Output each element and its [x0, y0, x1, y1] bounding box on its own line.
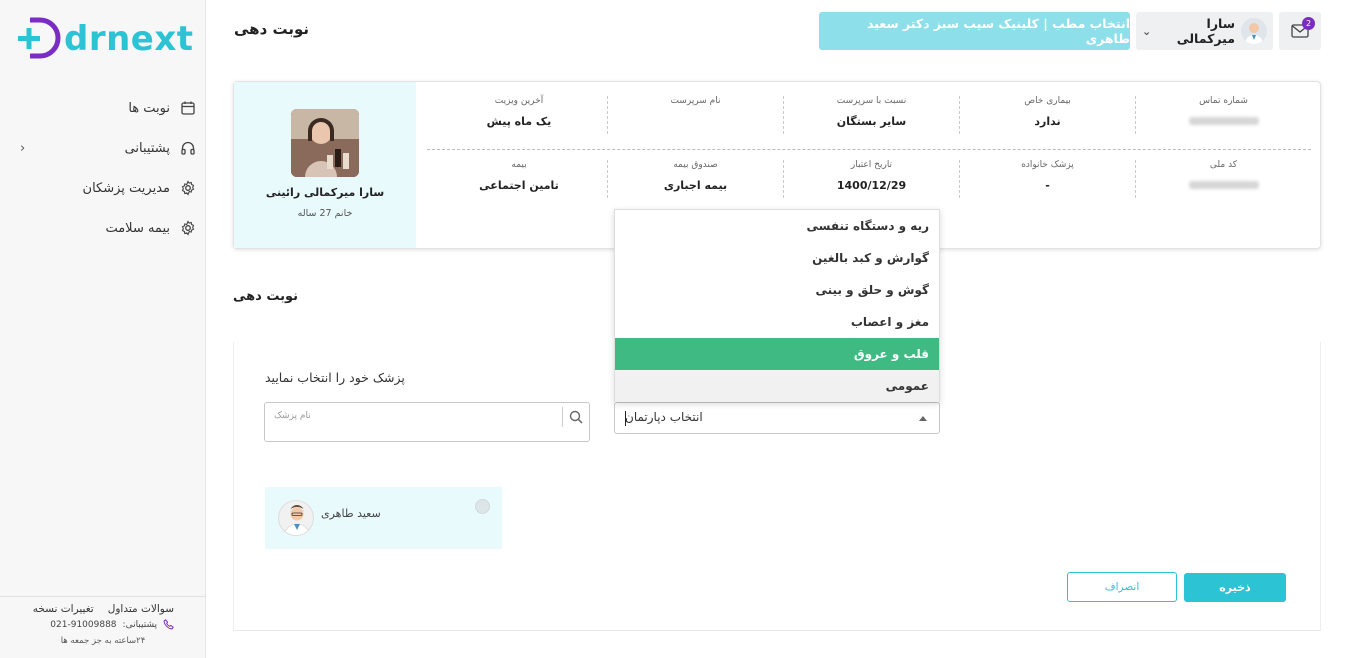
sidebar-item-label: بیمه سلامت	[105, 220, 170, 236]
sidebar-item-appointments[interactable]: نوبت ها	[0, 88, 206, 128]
sidebar-footer: سوالات متداول تغییرات نسخه پشتیبانی: 021…	[0, 596, 206, 658]
patient-info-grid: شماره تماس بیماری خاص ندارد نسبت با سرپرس…	[427, 82, 1311, 214]
department-option-selected[interactable]: قلب و عروق	[615, 338, 939, 370]
department-select[interactable]: انتخاب دپارتمان	[614, 402, 940, 434]
caret-up-icon	[919, 416, 927, 421]
calendar-icon	[181, 101, 195, 115]
department-dropdown: ریه و دستگاه تنفسی گوارش و کبد بالغین گو…	[614, 209, 940, 402]
department-option[interactable]: ریه و دستگاه تنفسی	[615, 210, 939, 242]
info-last-visit: آخرین ویزیت یک ماه پیش	[486, 96, 552, 128]
sidebar-nav: نوبت ها پشتیبانی ‹ مدیریت پزشکان بیمه سل…	[0, 88, 206, 248]
logo-text: drnext	[64, 19, 194, 59]
doctor-select-title: پزشک خود را انتخاب نمایید	[265, 370, 405, 385]
top-header: نوبت دهی انتخاب مطب | کلینیک سیب سبز دکت…	[206, 0, 1346, 62]
gear-icon	[181, 180, 195, 196]
section-title: نوبت دهی	[233, 289, 299, 304]
doctor-radio[interactable]	[475, 499, 490, 514]
info-guardian-name: نام سرپرست	[607, 96, 783, 134]
sidebar-item-support[interactable]: پشتیبانی ‹	[0, 128, 206, 168]
changelog-link[interactable]: تغییرات نسخه	[33, 603, 94, 615]
redacted-value	[1188, 117, 1259, 125]
redacted-value	[1188, 181, 1259, 189]
support-hours: ۲۴ساعته به جز جمعه ها	[60, 636, 146, 646]
doctor-avatar	[278, 500, 314, 536]
patient-info-row: کد ملی پزشک خانواده - تاریخ اعتبار 1400/12…	[427, 150, 1311, 214]
patient-name: سارا میرکمالی رائینی	[265, 186, 385, 199]
doctor-search-placeholder: نام پزشک	[274, 411, 311, 421]
department-select-value: انتخاب دپارتمان	[625, 410, 703, 424]
info-insurance-fund: صندوق بیمه بیمه اجباری	[607, 160, 783, 198]
page-title: نوبت دهی	[234, 20, 310, 38]
info-special-disease: بیماری خاص ندارد	[959, 96, 1135, 134]
headphones-icon	[181, 141, 195, 155]
info-national-code: کد ملی	[1135, 160, 1311, 198]
patient-meta: خانم 27 ساله	[297, 208, 353, 219]
logo[interactable]: drnext	[16, 16, 194, 62]
info-family-doctor: پزشک خانواده -	[959, 160, 1135, 198]
doctor-card[interactable]: سعید طاهری	[265, 487, 502, 549]
department-option[interactable]: گوش و حلق و بینی	[615, 274, 939, 306]
patient-profile: سارا میرکمالی رائینی خانم 27 ساله	[234, 82, 416, 248]
info-insurance: بیمه تامین اجتماعی	[479, 160, 559, 192]
doctor-name: سعید طاهری	[321, 507, 381, 520]
info-phone: شماره تماس	[1135, 96, 1311, 134]
doctor-search-input[interactable]: نام پزشک	[264, 402, 590, 442]
chevron-left-icon: ‹	[20, 140, 26, 156]
notification-badge: 2	[1302, 17, 1315, 30]
select-clinic-button[interactable]: انتخاب مطب | کلینیک سیب سبز دکتر سعید طا…	[819, 12, 1130, 50]
save-button[interactable]: ذخیره	[1184, 573, 1286, 602]
sidebar: drnext نوبت ها پشتیبانی ‹ مدیریت پزشکان	[0, 0, 206, 658]
patient-info-row: شماره تماس بیماری خاص ندارد نسبت با سرپرس…	[427, 82, 1311, 150]
sidebar-item-health-insurance[interactable]: بیمه سلامت	[0, 208, 206, 248]
faq-link[interactable]: سوالات متداول	[108, 603, 174, 615]
logo-mark-icon	[18, 17, 61, 59]
avatar	[1241, 18, 1267, 44]
messages-button[interactable]: 2	[1279, 12, 1321, 50]
patient-photo	[291, 109, 359, 177]
sidebar-item-label: نوبت ها	[128, 100, 170, 116]
support-phone[interactable]: 021-91009888	[50, 620, 116, 630]
info-expiry-date: تاریخ اعتبار 1400/12/29	[783, 160, 959, 198]
gear-icon	[181, 220, 195, 236]
sidebar-item-doctor-management[interactable]: مدیریت پزشکان	[0, 168, 206, 208]
department-option[interactable]: مغز و اعصاب	[615, 306, 939, 338]
department-option[interactable]: گوارش و کبد بالغین	[615, 242, 939, 274]
sidebar-item-label: مدیریت پزشکان	[82, 180, 170, 196]
search-icon	[569, 410, 583, 424]
cancel-button[interactable]: انصراف	[1067, 572, 1177, 602]
phone-icon	[163, 619, 174, 630]
sidebar-item-label: پشتیبانی	[124, 140, 170, 156]
department-option-hovered[interactable]: عمومی	[615, 370, 939, 402]
user-name: سارا میرکمالی	[1176, 16, 1235, 46]
info-guardian-relation: نسبت با سرپرست سایر بستگان	[783, 96, 959, 134]
chevron-down-icon: ⌄	[1142, 24, 1152, 38]
user-menu[interactable]: سارا میرکمالی ⌄	[1136, 12, 1273, 50]
support-label: پشتیبانی:	[122, 619, 157, 630]
